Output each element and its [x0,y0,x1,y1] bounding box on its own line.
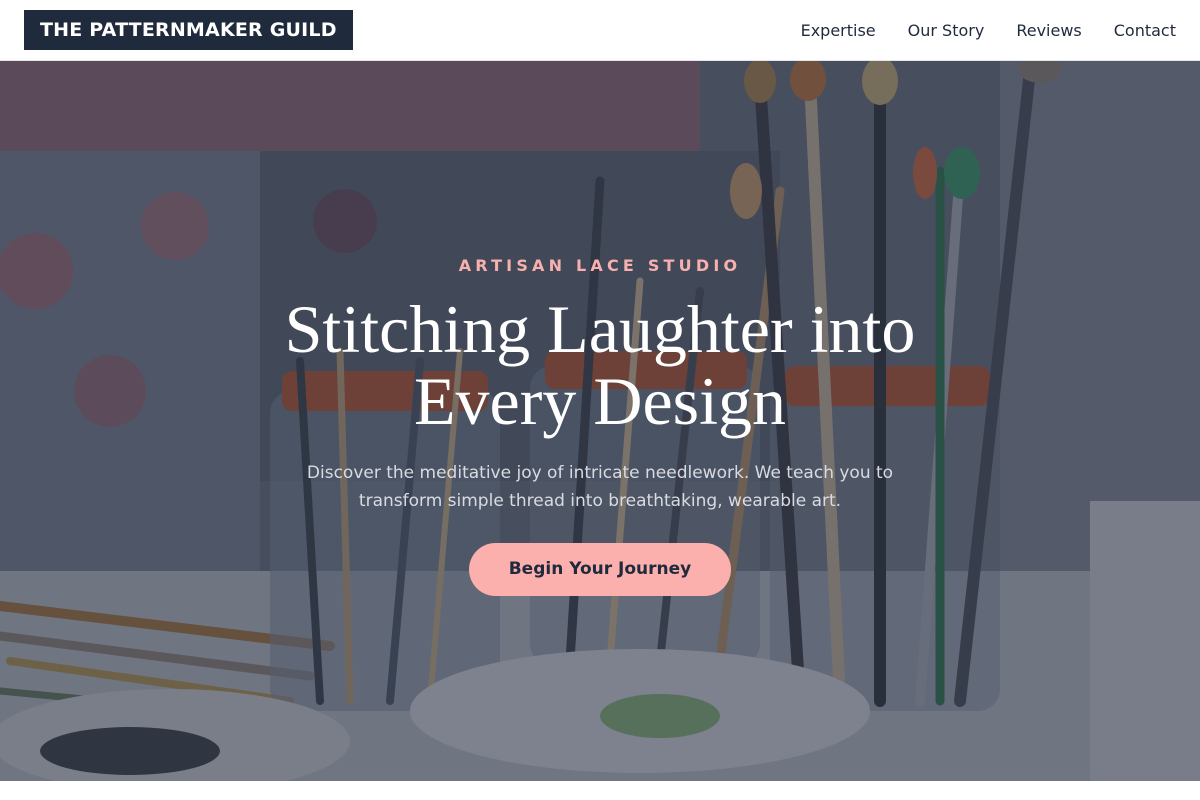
page-bottom-strip [0,781,1200,800]
hero-subtitle: Discover the meditative joy of intricate… [306,463,894,511]
nav-link-our-story[interactable]: Our Story [908,21,985,40]
hero-section: ARTISAN LACE STUDIO Stitching Laughter i… [0,61,1200,781]
site-header: THE PATTERNMAKER GUILD Expertise Our Sto… [0,0,1200,61]
hero-eyebrow: ARTISAN LACE STUDIO [458,256,742,275]
nav-link-contact[interactable]: Contact [1114,21,1176,40]
hero-content: ARTISAN LACE STUDIO Stitching Laughter i… [200,255,1000,596]
hero-title: Stitching Laughter into Every Design [284,291,916,439]
site-logo[interactable]: THE PATTERNMAKER GUILD [24,10,353,50]
nav-link-expertise[interactable]: Expertise [801,21,876,40]
begin-journey-button[interactable]: Begin Your Journey [468,543,732,596]
main-nav: Expertise Our Story Reviews Contact [801,21,1176,40]
nav-link-reviews[interactable]: Reviews [1016,21,1081,40]
